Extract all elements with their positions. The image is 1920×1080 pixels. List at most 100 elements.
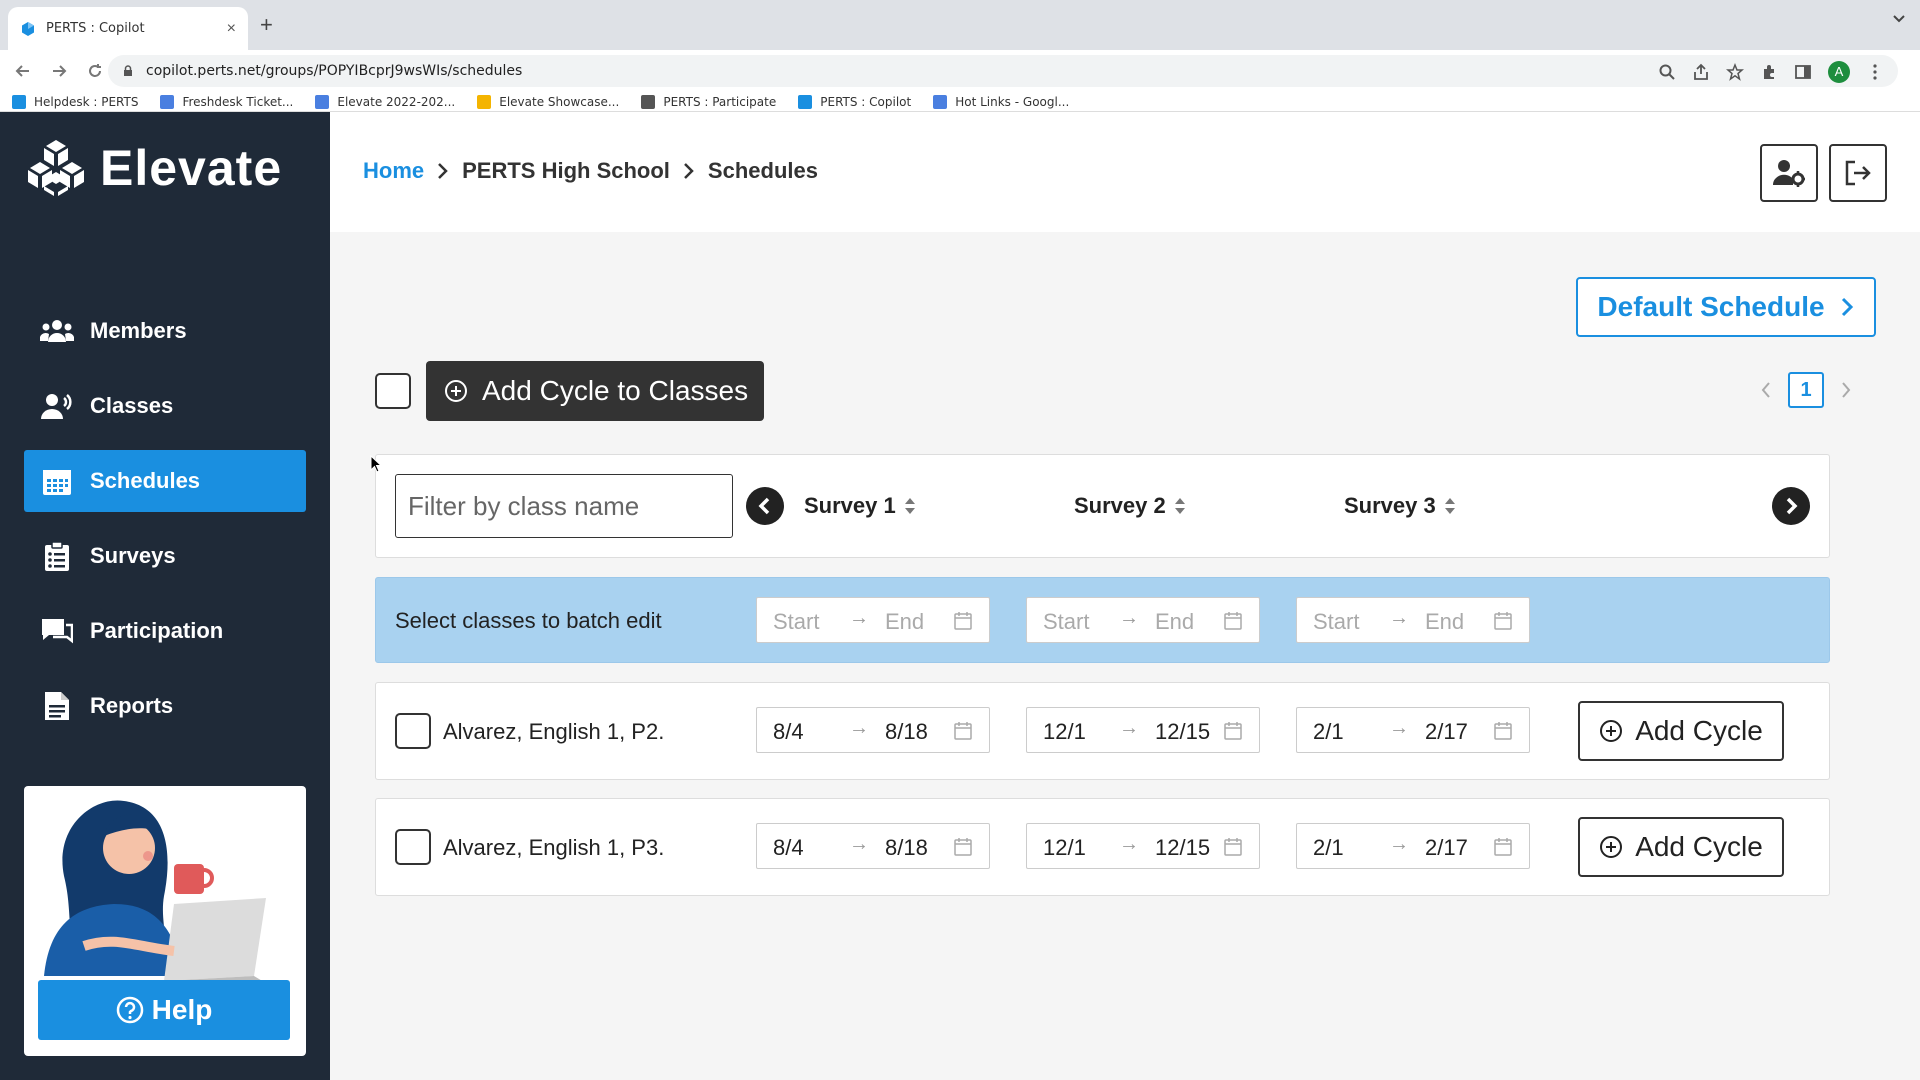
- class-row-checkbox[interactable]: [395, 713, 431, 749]
- range-start[interactable]: 12/1: [1043, 835, 1086, 861]
- range-start[interactable]: 12/1: [1043, 719, 1086, 745]
- calendar-icon[interactable]: [1223, 721, 1243, 741]
- sort-icon: [904, 498, 915, 514]
- class-row-checkbox[interactable]: [395, 829, 431, 865]
- sidebar-item-participation[interactable]: Participation: [24, 600, 306, 662]
- browser-menu-icon[interactable]: [1866, 63, 1884, 81]
- class-row: Alvarez, English 1, P2. 8/4 → 8/18 12/1 → 12/1…: [375, 682, 1830, 780]
- class-row: Alvarez, English 1, P3. 8/4 → 8/18 12/1 → 12/1…: [375, 798, 1830, 896]
- sidebar-item-classes[interactable]: Classes: [24, 375, 306, 437]
- logout-button[interactable]: [1829, 144, 1887, 202]
- range-end[interactable]: End: [885, 609, 924, 635]
- survey-column-label: Survey 1: [804, 493, 896, 518]
- range-start[interactable]: Start: [1313, 609, 1359, 635]
- calendar-icon[interactable]: [953, 837, 973, 857]
- select-all-checkbox[interactable]: [375, 373, 411, 409]
- range-start[interactable]: 8/4: [773, 719, 804, 745]
- top-bar: Home PERTS High School Schedules: [330, 112, 1920, 232]
- date-range-picker[interactable]: 12/1 → 12/15: [1026, 707, 1260, 753]
- survey-1-column-header[interactable]: Survey 1: [804, 493, 916, 519]
- range-start[interactable]: 2/1: [1313, 719, 1344, 745]
- date-range-picker[interactable]: Start → End: [756, 597, 990, 643]
- forward-icon[interactable]: [46, 62, 72, 80]
- calendar-icon[interactable]: [1223, 837, 1243, 857]
- bookmark-item[interactable]: Elevate Showcase...: [477, 94, 619, 109]
- date-range-picker[interactable]: 2/1 → 2/17: [1296, 707, 1530, 753]
- prev-page-icon[interactable]: [1760, 381, 1772, 399]
- question-circle-icon: [116, 996, 143, 1024]
- back-icon[interactable]: [10, 62, 36, 80]
- range-start[interactable]: 8/4: [773, 835, 804, 861]
- range-end[interactable]: 8/18: [885, 719, 928, 745]
- range-arrow-icon: →: [1389, 833, 1409, 855]
- breadcrumb-group[interactable]: PERTS High School: [462, 158, 670, 184]
- date-range-picker[interactable]: 12/1 → 12/15: [1026, 823, 1260, 869]
- next-page-icon[interactable]: [1840, 381, 1852, 399]
- date-range-picker[interactable]: Start → End: [1026, 597, 1260, 643]
- date-range-picker[interactable]: Start → End: [1296, 597, 1530, 643]
- sidebar-item-surveys[interactable]: Surveys: [24, 525, 306, 587]
- brand-logo[interactable]: Elevate: [26, 138, 282, 198]
- help-button[interactable]: Help: [38, 980, 290, 1040]
- calendar-icon[interactable]: [1223, 611, 1243, 631]
- bookmark-item[interactable]: PERTS : Copilot: [798, 94, 911, 109]
- filter-class-input[interactable]: [395, 474, 733, 538]
- breadcrumb-home[interactable]: Home: [363, 158, 424, 184]
- default-schedule-button[interactable]: Default Schedule: [1576, 277, 1876, 337]
- range-end[interactable]: 2/17: [1425, 835, 1468, 861]
- range-end[interactable]: 12/15: [1155, 835, 1210, 861]
- bookmark-star-icon[interactable]: [1726, 63, 1744, 81]
- sidebar-item-schedules[interactable]: Schedules: [24, 450, 306, 512]
- profile-avatar[interactable]: A: [1828, 61, 1850, 83]
- range-end[interactable]: End: [1155, 609, 1194, 635]
- members-icon: [40, 316, 74, 346]
- zoom-icon[interactable]: [1658, 63, 1676, 81]
- add-cycle-to-classes-button[interactable]: Add Cycle to Classes: [426, 361, 764, 421]
- prev-surveys-button[interactable]: [746, 487, 784, 525]
- bookmark-item[interactable]: Helpdesk : PERTS: [12, 94, 138, 109]
- sidebar-item-members[interactable]: Members: [24, 300, 306, 362]
- browser-tab[interactable]: PERTS : Copilot ×: [8, 7, 248, 50]
- sidebar-item-reports[interactable]: Reports: [24, 675, 306, 737]
- range-end[interactable]: 2/17: [1425, 719, 1468, 745]
- tab-close-icon[interactable]: ×: [227, 20, 236, 38]
- omnibox[interactable]: copilot.perts.net/groups/POPYIBcprJ9wsWI…: [108, 55, 1898, 87]
- tab-search-icon[interactable]: [1892, 14, 1906, 24]
- date-range-picker[interactable]: 8/4 → 8/18: [756, 707, 990, 753]
- survey-2-column-header[interactable]: Survey 2: [1074, 493, 1186, 519]
- main-content: Default Schedule Add Cycle to Classes 1 …: [330, 232, 1920, 1080]
- range-end[interactable]: 12/15: [1155, 719, 1210, 745]
- add-cycle-label: Add Cycle: [1635, 831, 1763, 862]
- extensions-icon[interactable]: [1760, 63, 1778, 81]
- add-cycle-button[interactable]: Add Cycle: [1578, 701, 1784, 761]
- share-icon[interactable]: [1692, 63, 1710, 81]
- side-panel-icon[interactable]: [1794, 63, 1812, 81]
- url-text[interactable]: copilot.perts.net/groups/POPYIBcprJ9wsWI…: [146, 63, 522, 79]
- range-start[interactable]: Start: [773, 609, 819, 635]
- bookmark-item[interactable]: Hot Links - Googl...: [933, 94, 1069, 109]
- survey-column-label: Survey 2: [1074, 493, 1166, 518]
- calendar-icon[interactable]: [953, 611, 973, 631]
- range-start[interactable]: 2/1: [1313, 835, 1344, 861]
- lock-icon[interactable]: [122, 65, 134, 77]
- user-settings-button[interactable]: [1760, 144, 1818, 202]
- calendar-icon[interactable]: [1493, 721, 1513, 741]
- calendar-icon[interactable]: [1493, 837, 1513, 857]
- calendar-icon[interactable]: [953, 721, 973, 741]
- range-end[interactable]: End: [1425, 609, 1464, 635]
- bookmark-item[interactable]: PERTS : Participate: [641, 94, 776, 109]
- add-cycle-button[interactable]: Add Cycle: [1578, 817, 1784, 877]
- new-tab-button[interactable]: +: [260, 12, 273, 38]
- date-range-picker[interactable]: 2/1 → 2/17: [1296, 823, 1530, 869]
- survey-3-column-header[interactable]: Survey 3: [1344, 493, 1456, 519]
- range-start[interactable]: Start: [1043, 609, 1089, 635]
- reload-icon[interactable]: [82, 62, 108, 80]
- bookmark-item[interactable]: Elevate 2022-202...: [315, 94, 455, 109]
- date-range-picker[interactable]: 8/4 → 8/18: [756, 823, 990, 869]
- tab-title: PERTS : Copilot: [46, 21, 145, 36]
- calendar-icon[interactable]: [1493, 611, 1513, 631]
- next-surveys-button[interactable]: [1772, 487, 1810, 525]
- range-end[interactable]: 8/18: [885, 835, 928, 861]
- bookmark-item[interactable]: Freshdesk Ticket...: [160, 94, 293, 109]
- page-number[interactable]: 1: [1788, 372, 1824, 408]
